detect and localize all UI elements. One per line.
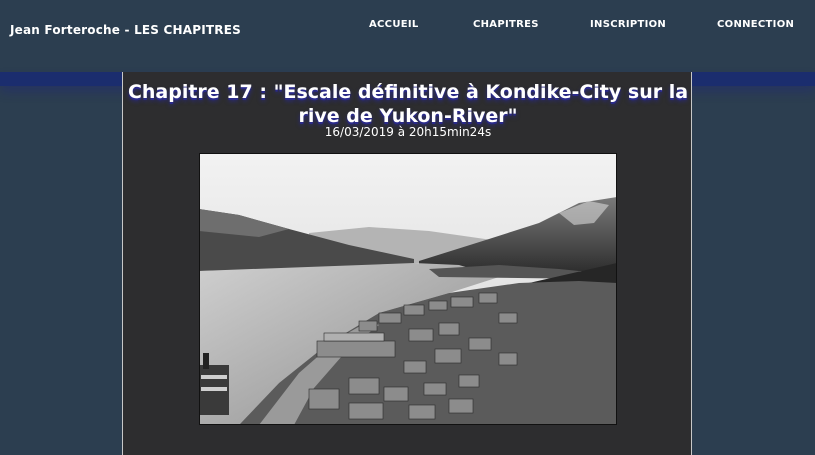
nav-link-chapitres[interactable]: CHAPITRES <box>473 19 539 30</box>
site-brand[interactable]: Jean Forteroche - LES CHAPITRES <box>10 23 241 37</box>
nav-link-inscription[interactable]: INSCRIPTION <box>590 19 666 30</box>
nav-link-accueil[interactable]: ACCUEIL <box>369 19 419 30</box>
chapter-date: 16/03/2019 à 20h15min24s <box>324 125 492 139</box>
chapter-title: Chapitre 17 : "Escale définitive à Kondi… <box>127 81 689 127</box>
chapter-photo <box>199 153 617 425</box>
top-navbar: Jean Forteroche - LES CHAPITRES ACCUEIL … <box>0 0 815 72</box>
chapter-content-panel: Chapitre 17 : "Escale définitive à Kondi… <box>122 72 692 455</box>
nav-link-connection[interactable]: CONNECTION <box>717 19 794 30</box>
